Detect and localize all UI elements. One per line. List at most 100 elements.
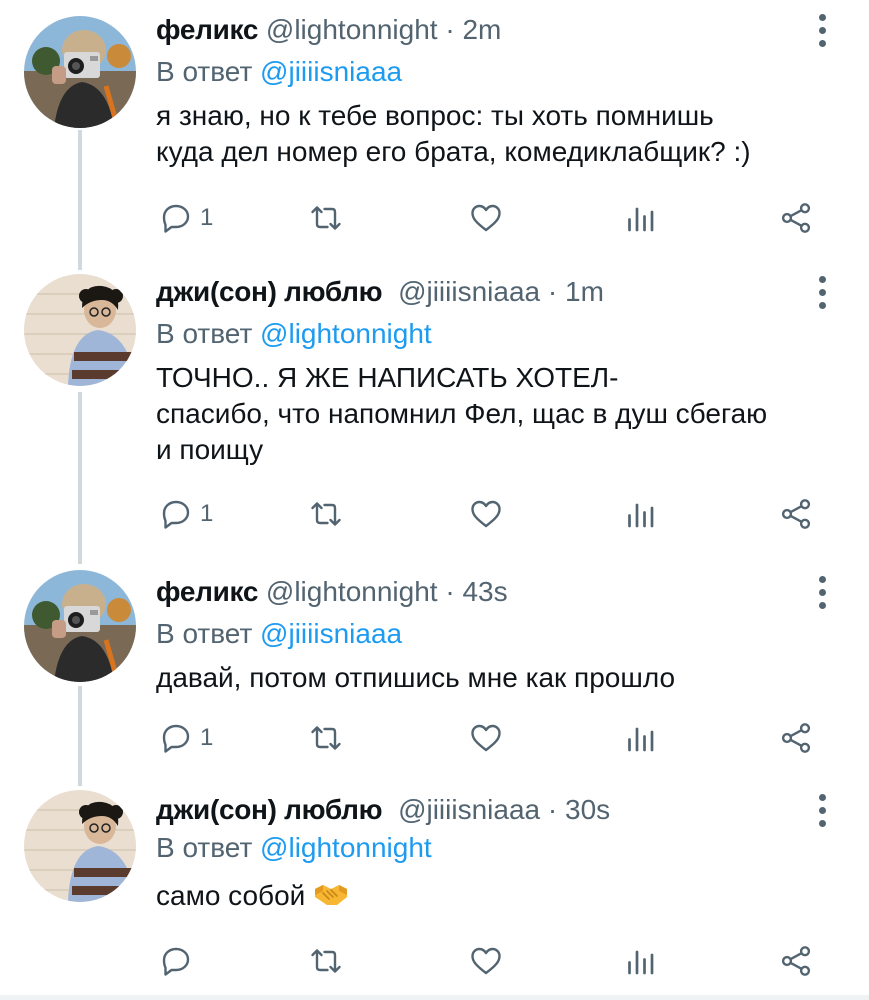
analytics-icon xyxy=(628,727,654,752)
reply-button[interactable]: 1 xyxy=(158,494,213,534)
retweet-button[interactable] xyxy=(308,718,344,758)
share-icon xyxy=(781,723,811,753)
reply-icon xyxy=(162,724,190,753)
more-vertical-icon[interactable] xyxy=(812,574,832,612)
reply-count: 1 xyxy=(200,500,214,527)
analytics-button[interactable] xyxy=(622,941,658,981)
analytics-icon xyxy=(628,950,654,975)
retweet-icon xyxy=(311,726,341,750)
more-vertical-icon[interactable] xyxy=(812,12,832,50)
reply-button[interactable]: 1 xyxy=(158,198,213,238)
handshake-icon xyxy=(315,885,348,905)
user-handle[interactable]: @lightonnight xyxy=(266,14,438,45)
tweet-header: феликс @lightonnight · 43s xyxy=(156,574,508,610)
tweet[interactable]: джи(сон) люблю @jiiiisniaaa · 1m В ответ… xyxy=(0,262,869,552)
share-button[interactable] xyxy=(778,718,814,758)
reply-mention-link[interactable]: @jiiiisniaaa xyxy=(260,56,402,87)
avatar-photo-camera-selfie xyxy=(24,16,136,128)
action-bar: 1 xyxy=(0,718,869,758)
share-button[interactable] xyxy=(778,198,814,238)
separator-dot: · xyxy=(547,276,558,307)
analytics-button[interactable] xyxy=(622,718,658,758)
tweet-text-line: ТОЧНО.. Я ЖЕ НАПИСАТЬ ХОТЕЛ- xyxy=(156,362,619,393)
user-handle[interactable]: @jiiiisniaaa xyxy=(398,794,540,825)
display-name[interactable]: феликс xyxy=(156,576,258,607)
timestamp[interactable]: 1m xyxy=(565,276,604,307)
tweet[interactable]: джи(сон) люблю @jiiiisniaaa · 30s В отве… xyxy=(0,786,869,995)
tweet-text: я знаю, но к тебе вопрос: ты хоть помниш… xyxy=(156,98,846,170)
avatar[interactable] xyxy=(24,274,136,386)
reply-context: В ответ @jiiiisniaaa xyxy=(156,616,402,652)
more-vertical-icon[interactable] xyxy=(812,792,832,830)
display-name[interactable]: джи(сон) люблю xyxy=(156,276,383,307)
analytics-button[interactable] xyxy=(622,198,658,238)
analytics-button[interactable] xyxy=(622,494,658,534)
reply-context: В ответ @jiiiisniaaa xyxy=(156,54,402,90)
reply-mention-link[interactable]: @lightonnight xyxy=(260,832,432,863)
reply-button[interactable]: 1 xyxy=(158,718,213,758)
reply-count: 1 xyxy=(200,724,214,751)
tweet-text-line: само собой xyxy=(156,880,306,911)
action-bar: 1 xyxy=(0,494,869,534)
avatar-photo-camera-selfie xyxy=(24,570,136,682)
avatar[interactable] xyxy=(24,570,136,682)
tweet-text-line: куда дел номер его брата, комедиклабщик?… xyxy=(156,136,751,167)
more-vertical-icon[interactable] xyxy=(812,274,832,312)
reply-prefix: В ответ xyxy=(156,832,253,863)
retweet-icon xyxy=(311,502,341,526)
user-handle[interactable]: @lightonnight xyxy=(266,576,438,607)
tweet-text: само собой xyxy=(156,878,846,914)
share-icon xyxy=(781,499,811,529)
separator-dot: · xyxy=(547,794,558,825)
reply-icon xyxy=(162,947,190,976)
retweet-icon xyxy=(311,949,341,973)
reply-prefix: В ответ xyxy=(156,56,253,87)
share-icon xyxy=(781,946,811,976)
retweet-button[interactable] xyxy=(308,941,344,981)
reply-mention-link[interactable]: @lightonnight xyxy=(260,318,432,349)
timestamp[interactable]: 43s xyxy=(462,576,507,607)
tweet-text-line: я знаю, но к тебе вопрос: ты хоть помниш… xyxy=(156,100,714,131)
display-name[interactable]: феликс xyxy=(156,14,258,45)
tweet-header: джи(сон) люблю @jiiiisniaaa · 1m xyxy=(156,274,604,310)
tweet[interactable]: феликс @lightonnight · 2m В ответ @jiiii… xyxy=(0,0,869,250)
avatar-photo-curly-hair-sweater xyxy=(24,274,136,386)
action-bar: 1 xyxy=(0,198,869,238)
reply-icon xyxy=(162,204,190,233)
like-button[interactable] xyxy=(468,494,504,534)
separator-dot: · xyxy=(445,576,455,607)
share-icon xyxy=(781,203,811,233)
retweet-icon xyxy=(311,206,341,230)
timestamp[interactable]: 2m xyxy=(462,14,501,45)
retweet-button[interactable] xyxy=(308,198,344,238)
heart-icon xyxy=(471,500,501,528)
timestamp[interactable]: 30s xyxy=(565,794,610,825)
retweet-button[interactable] xyxy=(308,494,344,534)
user-handle[interactable]: @jiiiisniaaa xyxy=(398,276,540,307)
tweet-text-line: давай, потом отпишись мне как прошло xyxy=(156,662,676,693)
avatar-photo-curly-hair-sweater xyxy=(24,790,136,902)
share-button[interactable] xyxy=(778,494,814,534)
like-button[interactable] xyxy=(468,198,504,238)
like-button[interactable] xyxy=(468,718,504,758)
analytics-icon xyxy=(628,207,654,232)
avatar[interactable] xyxy=(24,790,136,902)
reply-mention-link[interactable]: @jiiiisniaaa xyxy=(260,618,402,649)
tweet-text: ТОЧНО.. Я ЖЕ НАПИСАТЬ ХОТЕЛ- спасибо, чт… xyxy=(156,360,846,468)
reply-context: В ответ @lightonnight xyxy=(156,316,432,352)
reply-count: 1 xyxy=(200,204,214,231)
tweet-text: давай, потом отпишись мне как прошло xyxy=(156,660,846,696)
tweet[interactable]: феликс @lightonnight · 43s В ответ @jiii… xyxy=(0,562,869,772)
tweet-header: феликс @lightonnight · 2m xyxy=(156,12,501,48)
divider xyxy=(0,995,869,1000)
heart-icon xyxy=(471,947,501,975)
reply-icon xyxy=(162,500,190,529)
like-button[interactable] xyxy=(468,941,504,981)
reply-prefix: В ответ xyxy=(156,618,253,649)
separator-dot: · xyxy=(445,14,455,45)
reply-button[interactable] xyxy=(158,941,200,981)
tweet-text-line: и поищу xyxy=(156,434,264,465)
avatar[interactable] xyxy=(24,16,136,128)
share-button[interactable] xyxy=(778,941,814,981)
display-name[interactable]: джи(сон) люблю xyxy=(156,794,383,825)
